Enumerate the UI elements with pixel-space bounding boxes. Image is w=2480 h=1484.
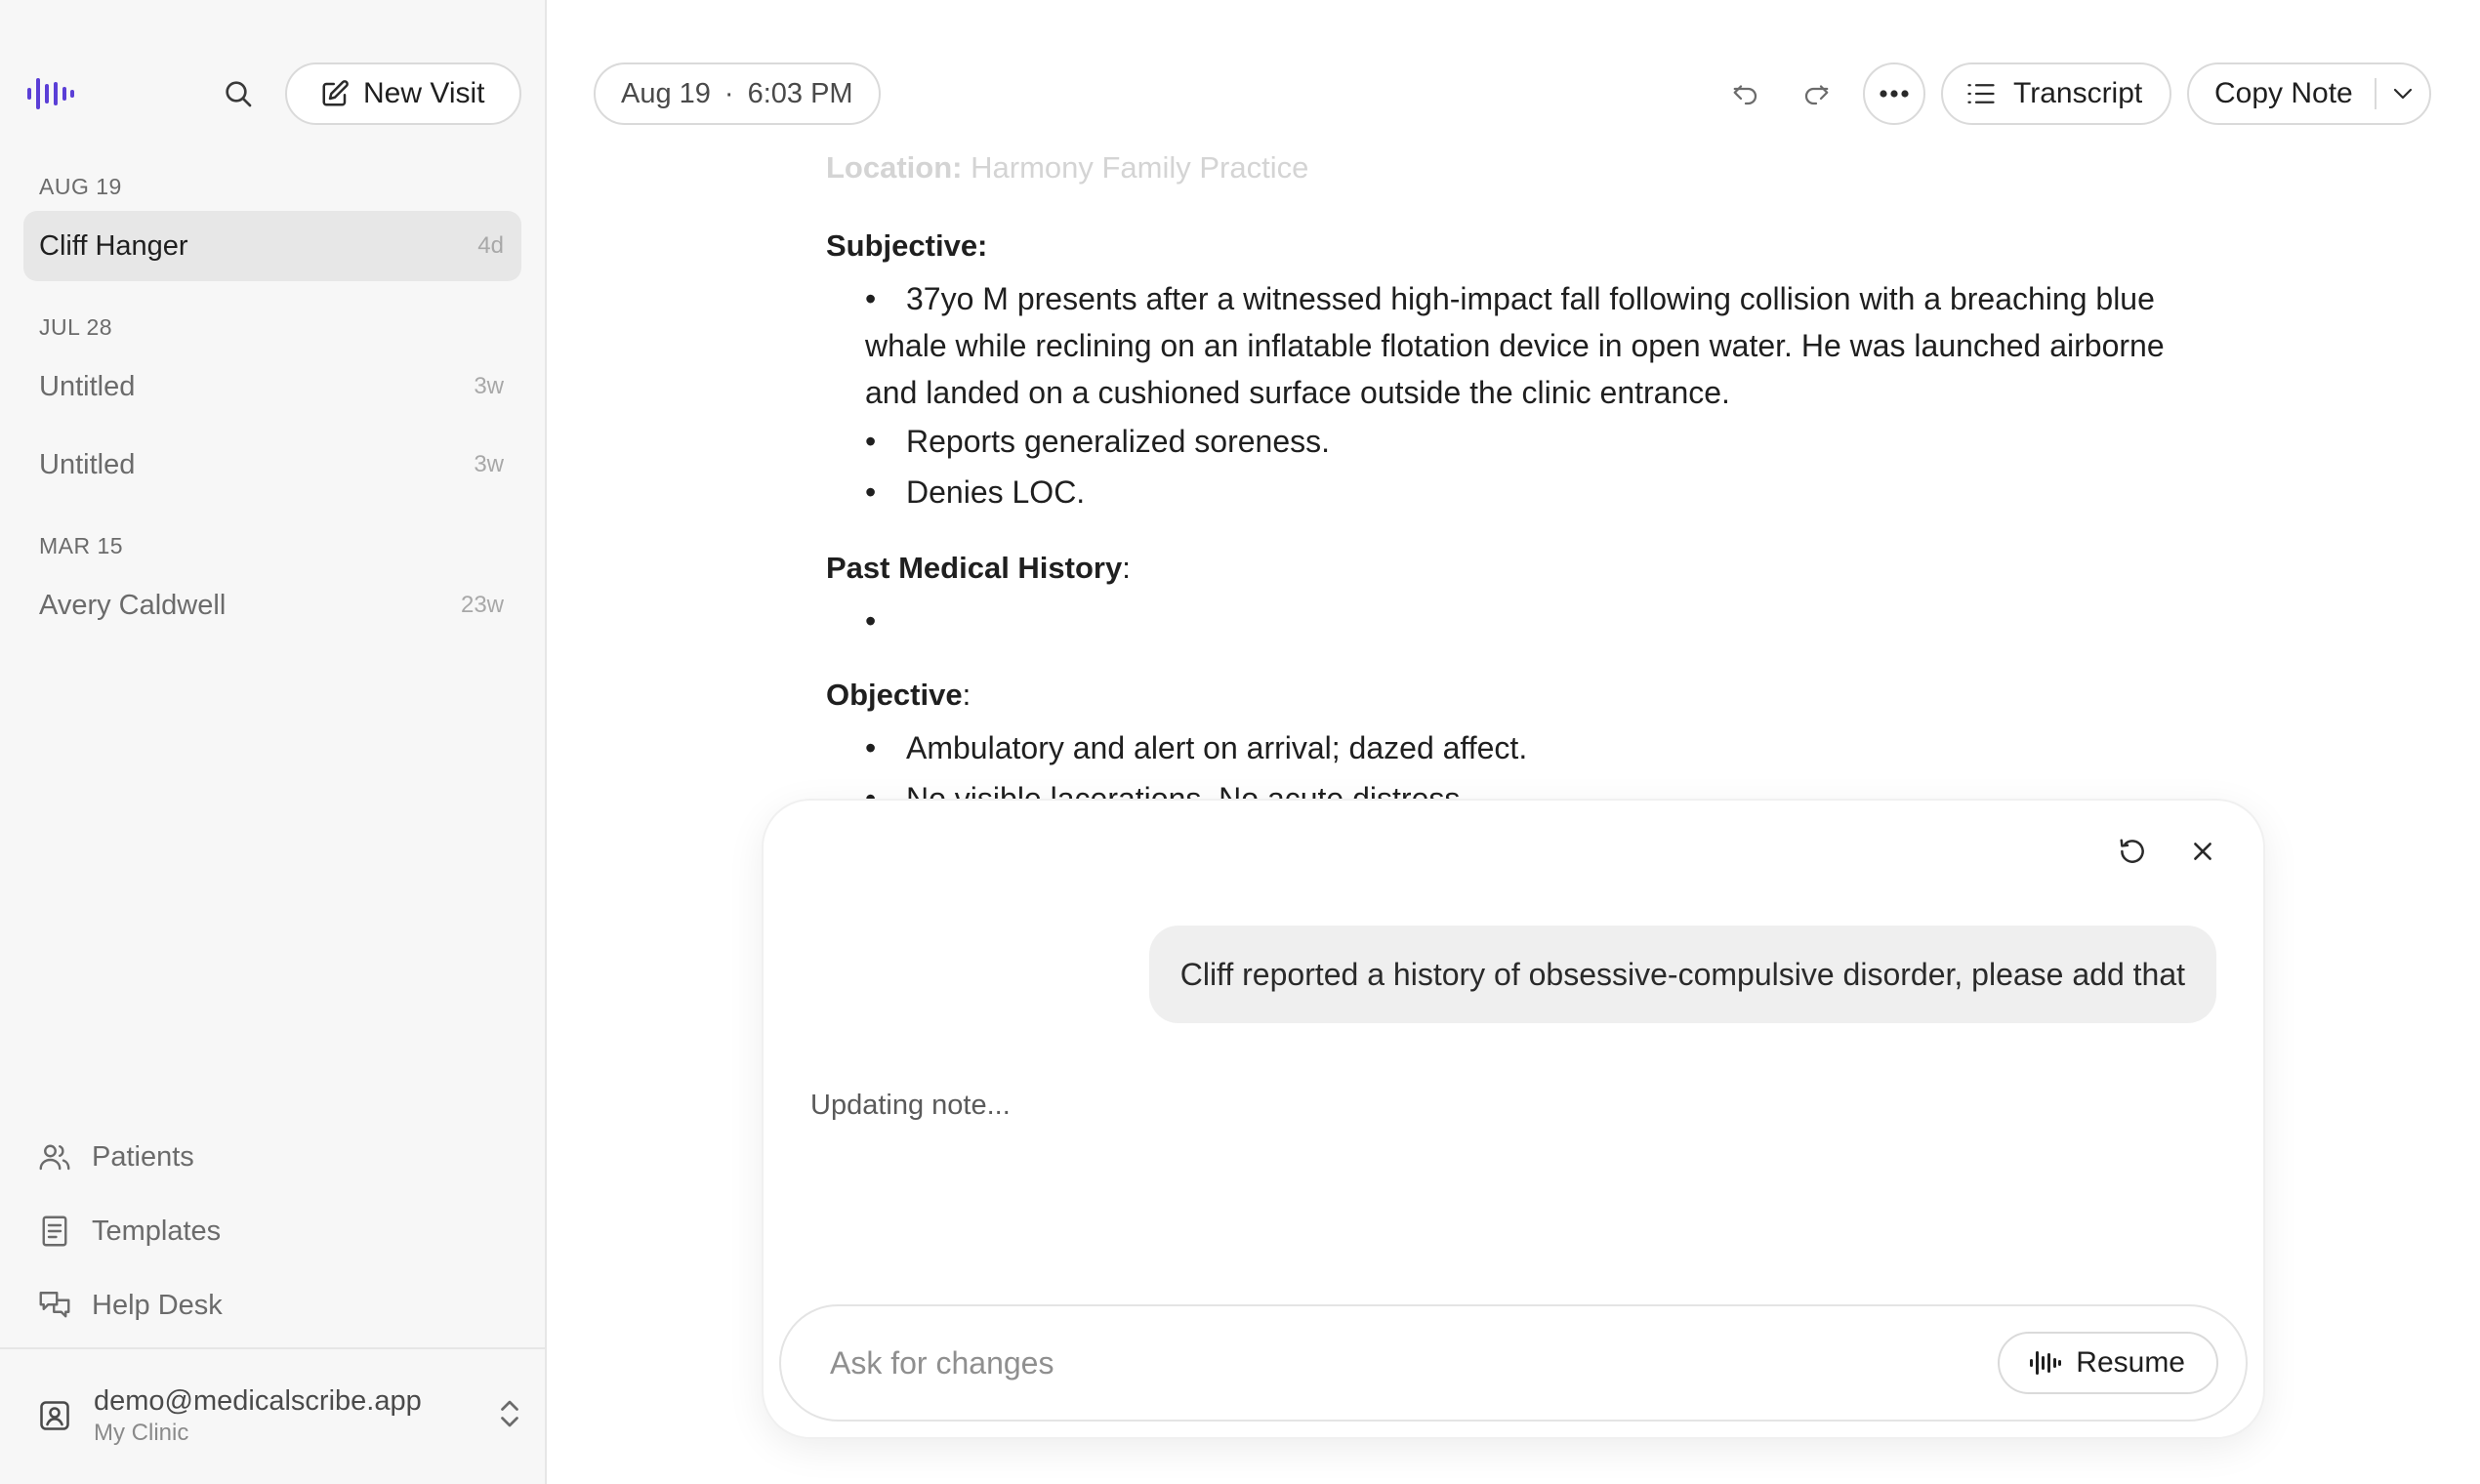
bullet-text xyxy=(865,598,2193,644)
note-bullet[interactable]: • Reports generalized soreness. xyxy=(865,418,2193,465)
visit-item-untitled[interactable]: Untitled 3w xyxy=(23,351,521,422)
section-title-objective: Objective: xyxy=(826,678,971,713)
bullet-text: Denies LOC. xyxy=(906,474,1086,510)
copy-note-button[interactable]: Copy Note xyxy=(2189,77,2375,110)
bullet-text: No visible lacerations. No acute distres… xyxy=(906,781,1469,801)
nav-label: Templates xyxy=(92,1215,222,1247)
location-value: Harmony Family Practice xyxy=(971,150,1309,185)
resume-label: Resume xyxy=(2076,1346,2185,1379)
note-bullet[interactable]: • 37yo M presents after a witnessed high… xyxy=(865,275,2193,416)
visit-age: 3w xyxy=(474,373,504,399)
list-icon xyxy=(1967,84,1995,103)
bullet-text: 37yo M presents after a witnessed high-i… xyxy=(865,281,2165,410)
document-icon xyxy=(42,1216,67,1247)
visit-name: Untitled xyxy=(39,370,136,402)
users-icon xyxy=(39,1144,70,1171)
account-badge-icon xyxy=(40,1401,69,1430)
more-options-button[interactable] xyxy=(1863,62,1925,125)
visit-name: Avery Caldwell xyxy=(39,589,227,621)
chat-bubbles-icon xyxy=(39,1292,70,1318)
location-label: Location: xyxy=(826,150,963,185)
visit-time: 6:03 PM xyxy=(747,77,853,109)
visit-group-date: JUL 28 xyxy=(39,314,113,340)
nav-item-patients[interactable]: Patients xyxy=(37,1133,194,1181)
chat-input-container: Resume xyxy=(779,1304,2248,1422)
new-visit-label: New Visit xyxy=(363,77,485,109)
more-dots-icon xyxy=(1880,90,1909,98)
undo-button[interactable] xyxy=(1724,72,1767,115)
reset-chat-button[interactable] xyxy=(2111,830,2154,873)
account-email: demo@medicalscribe.app xyxy=(94,1384,422,1417)
search-icon xyxy=(226,81,252,107)
app-logo-icon[interactable] xyxy=(25,74,76,113)
waveform-icon xyxy=(2030,1351,2062,1375)
close-icon xyxy=(2194,843,2211,860)
note-bullet[interactable]: • No visible lacerations. No acute distr… xyxy=(865,775,2193,801)
nav-label: Patients xyxy=(92,1140,194,1173)
nav-item-help-desk[interactable]: Help Desk xyxy=(37,1281,223,1330)
section-title-colon: : xyxy=(1122,551,1131,585)
divider xyxy=(0,1347,547,1349)
nav-label: Help Desk xyxy=(92,1289,223,1321)
chevron-down-icon xyxy=(2393,88,2413,100)
note-bullet[interactable]: • Denies LOC. xyxy=(865,469,2193,515)
ai-edit-panel: Cliff reported a history of obsessive-co… xyxy=(764,801,2263,1437)
undo-icon xyxy=(1733,85,1757,105)
account-clinic: My Clinic xyxy=(94,1419,189,1446)
visit-group-date: MAR 15 xyxy=(39,533,124,558)
refresh-icon xyxy=(2120,839,2144,863)
account-switcher[interactable]: demo@medicalscribe.app My Clinic xyxy=(37,1377,525,1455)
section-title-text: Past Medical History xyxy=(826,551,1123,585)
transcript-button[interactable]: Transcript xyxy=(1941,62,2171,125)
redo-icon xyxy=(1804,85,1829,105)
visit-item-untitled[interactable]: Untitled 3w xyxy=(23,430,521,500)
copy-note-split-button: Copy Note xyxy=(2187,62,2431,125)
visit-age: 3w xyxy=(474,451,504,477)
date-separator: · xyxy=(723,77,734,109)
search-button[interactable] xyxy=(215,72,262,115)
resume-button[interactable]: Resume xyxy=(1998,1332,2218,1394)
visit-age: 23w xyxy=(460,592,504,618)
visit-datetime-pill[interactable]: Aug 19 · 6:03 PM xyxy=(594,62,881,125)
bullet-text: Ambulatory and alert on arrival; dazed a… xyxy=(906,730,1528,765)
visit-name: Untitled xyxy=(39,448,136,480)
visit-item-cliff-hanger[interactable]: Cliff Hanger 4d xyxy=(23,211,521,281)
section-title-subjective: Subjective: xyxy=(826,228,988,263)
note-bullet-empty[interactable]: • xyxy=(865,598,2193,644)
note-bullet[interactable]: • Ambulatory and alert on arrival; dazed… xyxy=(865,724,2193,771)
chevron-up-down-icon xyxy=(501,1400,518,1427)
section-title-colon: : xyxy=(962,678,971,712)
section-title-text: Objective xyxy=(826,678,963,712)
copy-options-dropdown[interactable] xyxy=(2377,87,2429,101)
visit-date: Aug 19 xyxy=(621,77,711,109)
sidebar: New Visit AUG 19 Cliff Hanger 4d JUL 28 … xyxy=(0,0,547,1484)
visit-group-date: AUG 19 xyxy=(39,174,122,199)
visit-item-avery-caldwell[interactable]: Avery Caldwell 23w xyxy=(23,570,521,640)
note-location: Location: Harmony Family Practice xyxy=(826,150,1308,186)
visit-name: Cliff Hanger xyxy=(39,229,188,262)
nav-item-templates[interactable]: Templates xyxy=(37,1207,221,1256)
edit-icon xyxy=(322,80,349,106)
new-visit-button[interactable]: New Visit xyxy=(285,62,521,125)
status-text: Updating note... xyxy=(810,1090,1011,1121)
ask-for-changes-input[interactable] xyxy=(830,1344,1904,1381)
user-message-bubble: Cliff reported a history of obsessive-co… xyxy=(1148,926,2216,1023)
bullet-text: Reports generalized soreness. xyxy=(906,424,1331,459)
close-panel-button[interactable] xyxy=(2181,830,2224,873)
transcript-label: Transcript xyxy=(2013,77,2143,109)
redo-button[interactable] xyxy=(1795,72,1838,115)
section-title-pmh: Past Medical History: xyxy=(826,551,1131,586)
visit-age: 4d xyxy=(477,232,504,259)
